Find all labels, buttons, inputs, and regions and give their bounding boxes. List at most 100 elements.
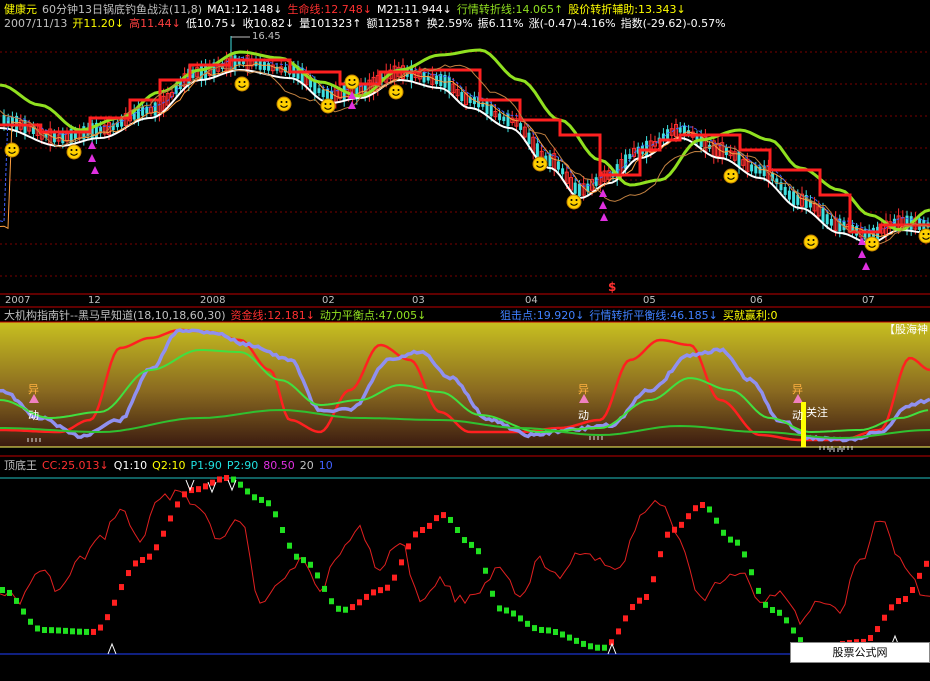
candle-body-down [317, 88, 321, 94]
bottom-signal-icon [607, 642, 617, 655]
m21-value: M21:11.944↓ [376, 3, 452, 16]
smiley-face [532, 156, 548, 172]
rising-bar-dot [658, 551, 663, 558]
rising-bar-dot [140, 557, 145, 563]
smiley-eye [927, 233, 930, 235]
candle-body-down [145, 106, 149, 114]
falling-bar-dot [28, 618, 33, 625]
panel3-header: 顶底王 CC:25.013↓ Q1:10 Q2:10 P1:90 P2:90 80.50 20… [4, 459, 338, 472]
smiley-face [803, 234, 819, 250]
falling-bar-dot [259, 496, 264, 503]
falling-bar-dot [511, 610, 516, 617]
candle-body-down [628, 153, 632, 159]
falling-bar-dot [581, 640, 586, 647]
falling-bar-dot [490, 590, 495, 597]
smiley-eye [329, 103, 332, 105]
smiley-eye [280, 101, 283, 103]
smiley-face [320, 98, 336, 114]
formula-name: 60分钟13日锅底钓鱼战法(11,8) [42, 3, 203, 16]
rising-bar-dot [700, 502, 705, 508]
trend-line-value: 行情转折线:14.065↑ [456, 3, 564, 16]
smiley-icon [532, 156, 548, 172]
rising-bar-dot [896, 598, 901, 605]
buy-triangle-icon [862, 262, 870, 270]
rising-bar-dot [182, 491, 187, 498]
falling-bar-dot [343, 606, 348, 613]
falling-bar-dot [560, 631, 565, 638]
turnover-value: 换2.59% [426, 17, 473, 30]
falling-bar-dot [539, 626, 544, 633]
date-label: 03 [412, 295, 425, 306]
rising-bar-dot [665, 531, 670, 538]
smiley-eye [536, 161, 539, 163]
falling-bar-dot [518, 615, 523, 622]
falling-bar-dot [49, 627, 54, 634]
candle-body-down [330, 90, 334, 100]
smiley-face [276, 96, 292, 112]
falling-bar-dot [497, 605, 502, 612]
smiley-eye [8, 147, 11, 149]
buy-triangle-icon [88, 154, 96, 162]
date-label: 04 [525, 295, 538, 306]
falling-bar-dot [770, 607, 775, 613]
rising-bar-dot [210, 479, 215, 486]
falling-bar-dot [238, 481, 243, 488]
q1-value: Q1:10 [113, 459, 148, 472]
falling-bar-dot [602, 644, 607, 651]
smiley-icon [566, 194, 582, 210]
falling-bar-dot [63, 627, 68, 634]
falling-bar-dot [56, 627, 61, 634]
smiley-icon [388, 84, 404, 100]
rising-bar-dot [644, 593, 649, 600]
candle-body-down [275, 66, 279, 71]
rising-bar-dot [924, 560, 929, 567]
falling-bar-dot [714, 517, 719, 524]
rising-bar-dot [882, 614, 887, 621]
smiley-icon [918, 228, 930, 244]
candle-body-down [750, 164, 754, 172]
date-label: 05 [643, 295, 656, 306]
falling-bar-dot [735, 539, 740, 546]
rising-bar-dot [630, 604, 635, 611]
smiley-face [4, 142, 20, 158]
panel3-indicator-lines [0, 475, 930, 655]
amplitude-value: 振6.11% [477, 17, 524, 30]
signal-focus-label: 关注 [806, 406, 828, 419]
candle-body-down [485, 101, 489, 115]
buy-profit-value: 买就赢利:0 [722, 309, 778, 322]
falling-bar-dot [476, 548, 481, 555]
candle-body-down [783, 186, 787, 195]
falling-bar-dot [532, 625, 537, 632]
dollar-marker: $ [608, 280, 617, 294]
rising-bar-dot [168, 515, 173, 522]
rising-bar-dot [161, 530, 166, 537]
stock-name[interactable]: 健康元 [4, 3, 37, 16]
signal-yi-label: 异 [792, 383, 803, 396]
falling-bar-dot [0, 587, 5, 593]
falling-bar-dot [329, 598, 334, 605]
buy-triangle-icon [88, 141, 96, 149]
smiley-face [918, 228, 930, 244]
smiley-face [66, 144, 82, 160]
rising-bar-dot [98, 624, 103, 631]
rising-bar-dot [686, 513, 691, 520]
rising-bar-dot [910, 587, 915, 593]
panel3-title[interactable]: 顶底王 [4, 459, 37, 472]
falling-bar-dot [84, 628, 89, 635]
rising-bar-dot [420, 527, 425, 533]
falling-bar-dot [574, 637, 579, 644]
falling-bar-dot [35, 625, 40, 632]
rising-bar-dot [889, 604, 894, 611]
smiley-eye [75, 149, 78, 151]
bottom-signal-icon [107, 642, 117, 655]
candle-body-down [498, 113, 502, 121]
falling-bar-dot [301, 557, 306, 564]
rising-bar-dot [203, 483, 208, 490]
fund-line-value: 资金线:12.181↓ [230, 309, 315, 322]
smiley-eye [727, 173, 730, 175]
panel1-gridlines [0, 51, 930, 277]
rising-bar-dot [903, 596, 908, 603]
smiley-icon [320, 98, 336, 114]
panel2-title[interactable]: 大机构指南针--黑马早知道(18,10,18,60,30) [4, 309, 226, 322]
falling-bar-dot [252, 494, 257, 501]
